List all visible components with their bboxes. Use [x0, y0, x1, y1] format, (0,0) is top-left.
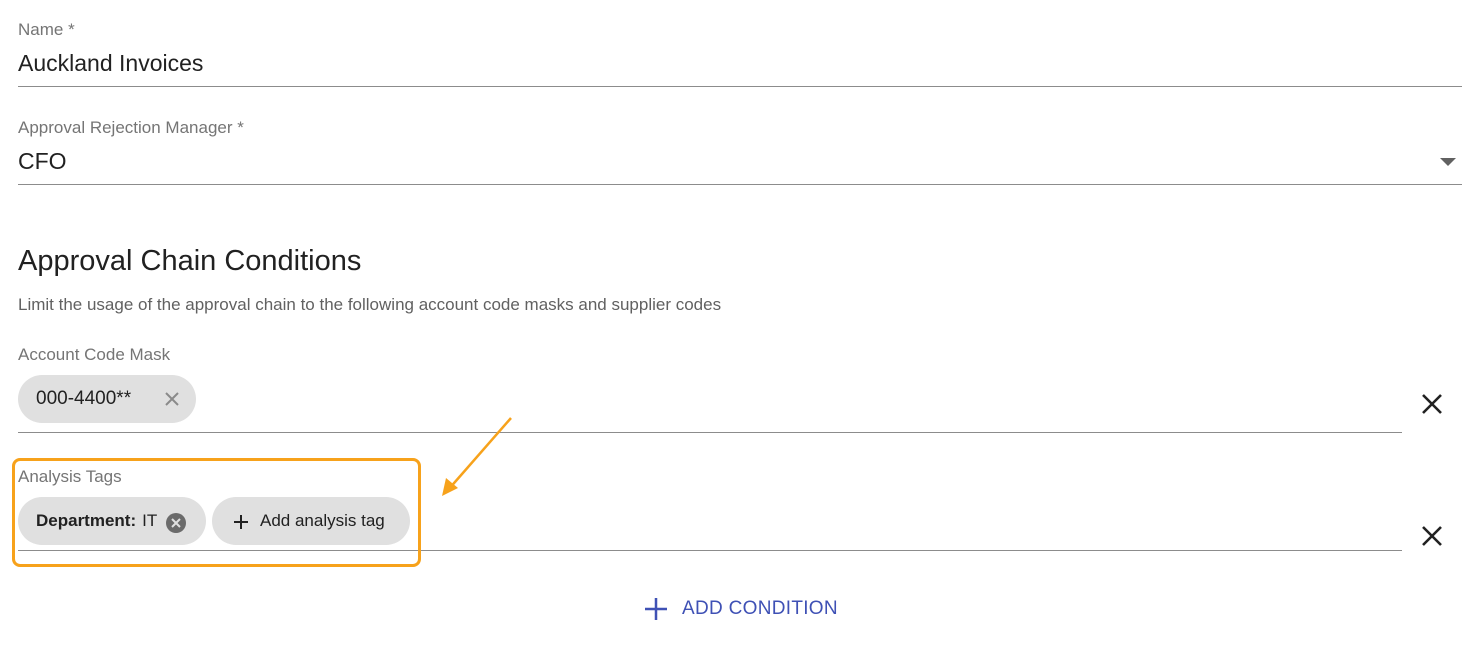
plus-icon — [645, 598, 667, 620]
approval-rejection-manager-select[interactable]: Approval Rejection Manager * CFO — [18, 116, 1462, 186]
account-code-chip-text: 000-4400** — [36, 388, 132, 409]
name-underline — [18, 86, 1462, 87]
section-title: Approval Chain Conditions — [18, 245, 362, 277]
arrow-icon — [438, 414, 516, 498]
add-condition-button[interactable]: ADD CONDITION — [645, 593, 838, 625]
close-icon — [1421, 393, 1443, 420]
remove-account-code-row-button[interactable] — [1417, 391, 1447, 421]
account-code-chip: 000-4400** — [18, 375, 196, 423]
highlight-box — [12, 458, 421, 567]
manager-label: Approval Rejection Manager * — [18, 118, 244, 137]
name-label: Name * — [18, 20, 75, 39]
section-description: Limit the usage of the approval chain to… — [18, 295, 722, 314]
account-code-mask-label: Account Code Mask — [18, 345, 171, 364]
close-icon — [1421, 525, 1443, 552]
manager-value[interactable]: CFO — [18, 148, 67, 175]
caret-down-icon[interactable] — [1440, 154, 1456, 166]
add-condition-label: ADD CONDITION — [682, 598, 838, 619]
name-field[interactable]: Name * Auckland Invoices — [18, 18, 1462, 88]
account-code-underline — [18, 432, 1402, 433]
close-icon[interactable] — [164, 391, 180, 407]
name-input[interactable]: Auckland Invoices — [18, 50, 203, 77]
manager-underline — [18, 184, 1462, 185]
remove-analysis-tags-row-button[interactable] — [1417, 523, 1447, 553]
